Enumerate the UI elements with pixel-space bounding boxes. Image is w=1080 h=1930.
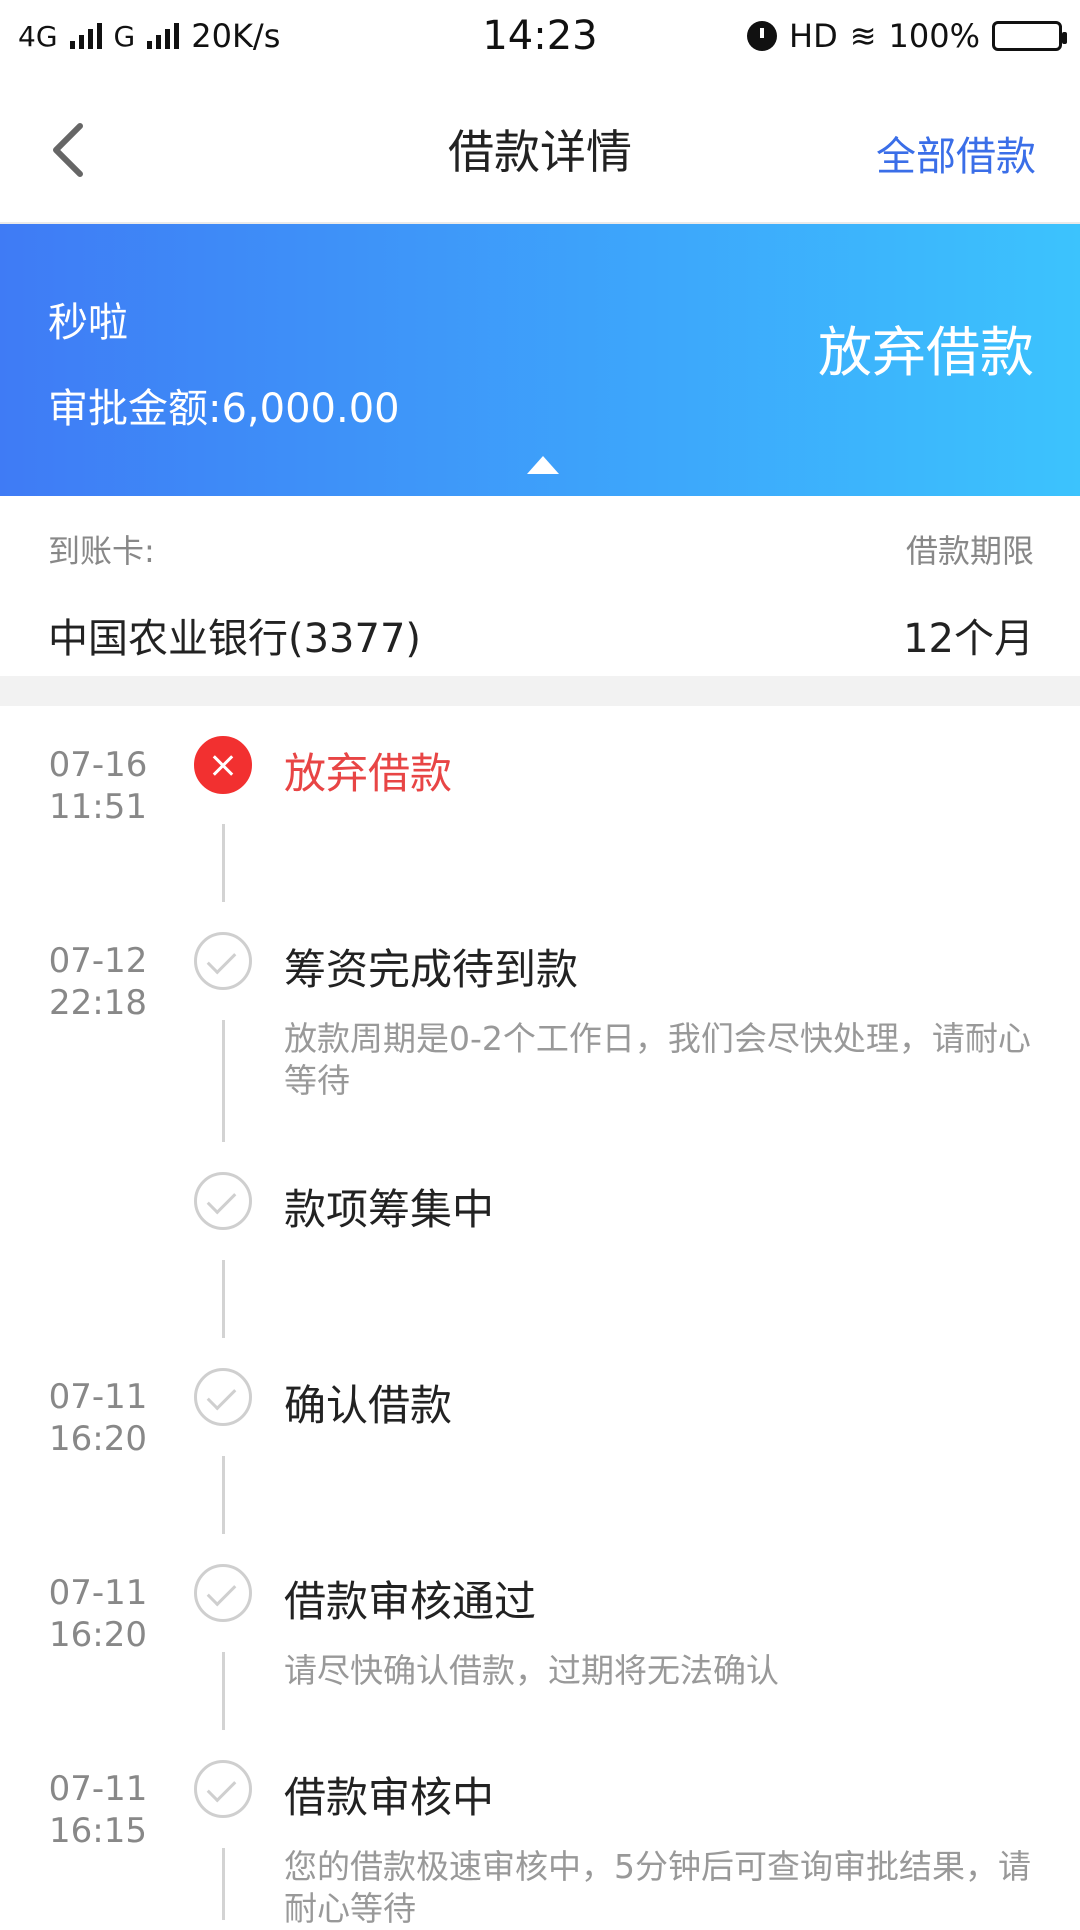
all-loans-link[interactable]: 全部借款 bbox=[876, 124, 1036, 182]
timeline-title: 款项筹集中 bbox=[284, 1185, 495, 1234]
check-icon bbox=[194, 1368, 252, 1426]
approved-amount: 审批金额:6,000.00 bbox=[48, 386, 400, 432]
timeline-title: 借款审核通过 bbox=[284, 1577, 537, 1626]
timeline-connector bbox=[222, 1020, 225, 1142]
timeline-title: 筹资完成待到款 bbox=[284, 945, 579, 994]
timeline-connector bbox=[222, 1848, 225, 1920]
battery-icon bbox=[992, 21, 1067, 51]
close-icon bbox=[194, 736, 252, 794]
timeline-date: 07-16 11:51 bbox=[48, 745, 148, 827]
network-4g-label: 4G bbox=[18, 19, 58, 53]
card-label: 到账卡: bbox=[48, 532, 155, 570]
timeline-connector bbox=[222, 1456, 225, 1534]
timeline-desc: 您的借款极速审核中，5分钟后可查询审批结果，请耐心等待 bbox=[284, 1847, 1031, 1928]
check-icon bbox=[194, 1564, 252, 1622]
term-value: 12个月 bbox=[903, 616, 1034, 662]
wifi-icon: ≋ bbox=[849, 17, 877, 55]
check-icon bbox=[194, 1172, 252, 1230]
timeline-title: 确认借款 bbox=[284, 1381, 453, 1430]
timeline-title: 借款审核中 bbox=[284, 1773, 495, 1822]
product-name: 秒啦 bbox=[48, 300, 128, 346]
timeline-desc: 请尽快确认借款，过期将无法确认 bbox=[284, 1651, 779, 1690]
battery-percent: 100% bbox=[888, 17, 980, 55]
section-divider bbox=[0, 676, 1080, 706]
loan-banner: 秒啦 审批金额:6,000.00 放弃借款 bbox=[0, 224, 1080, 496]
nav-bar: 借款详情 全部借款 bbox=[0, 72, 1080, 224]
status-bar: 4G G 20K/s 14:23 HD ≋ 100% bbox=[0, 0, 1080, 72]
timeline-date: 07-11 16:15 bbox=[48, 1769, 148, 1851]
network-speed: 20K/s bbox=[191, 17, 281, 55]
collapse-caret-icon[interactable] bbox=[527, 456, 559, 474]
hd-label: HD bbox=[789, 17, 838, 55]
signal-icon bbox=[147, 23, 180, 49]
timeline-date: 07-12 22:18 bbox=[48, 941, 148, 1023]
timeline-title: 放弃借款 bbox=[284, 749, 453, 798]
loan-info: 到账卡: 借款期限 中国农业银行(3377) 12个月 bbox=[0, 496, 1080, 676]
alarm-icon bbox=[747, 21, 777, 51]
timeline-connector bbox=[222, 824, 225, 902]
term-label: 借款期限 bbox=[905, 532, 1034, 570]
status-left: 4G G 20K/s bbox=[18, 17, 280, 55]
check-icon bbox=[194, 1760, 252, 1818]
network-g-label: G bbox=[113, 19, 136, 53]
card-value: 中国农业银行(3377) bbox=[48, 616, 422, 662]
timeline-date: 07-11 16:20 bbox=[48, 1377, 148, 1459]
signal-icon bbox=[69, 23, 102, 49]
timeline-desc: 放款周期是0-2个工作日，我们会尽快处理，请耐心等待 bbox=[284, 1019, 1031, 1100]
status-right: HD ≋ 100% bbox=[747, 17, 1067, 55]
timeline-connector bbox=[222, 1260, 225, 1338]
check-icon bbox=[194, 932, 252, 990]
loan-status: 放弃借款 bbox=[818, 321, 1034, 384]
loan-timeline: 07-16 11:51 放弃借款 07-12 22:18 筹资完成待到款 放款周… bbox=[0, 706, 1080, 1928]
timeline-connector bbox=[222, 1652, 225, 1730]
timeline-date: 07-11 16:20 bbox=[48, 1573, 148, 1655]
